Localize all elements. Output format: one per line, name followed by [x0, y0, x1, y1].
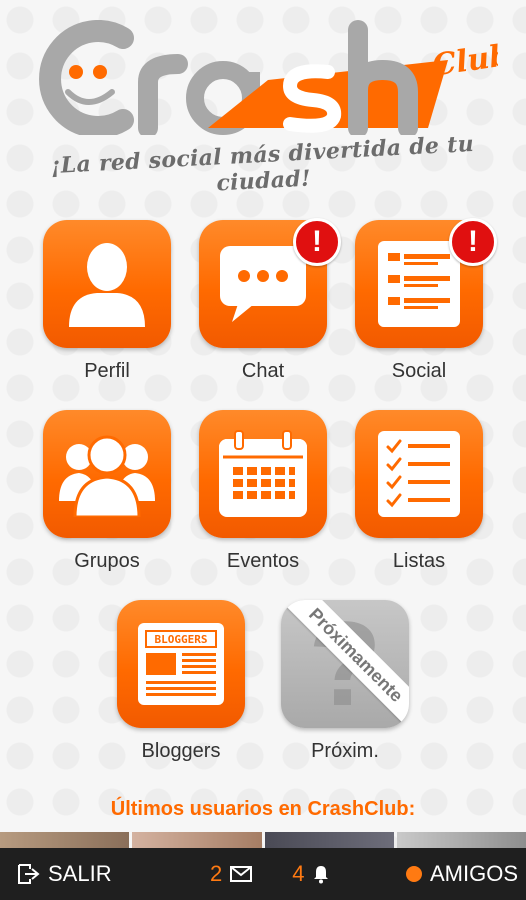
header: Club ¡La red social más divertida de tu …	[0, 0, 526, 200]
bloggers-masthead-text: BLOGGERS	[155, 633, 208, 646]
chat-alert-badge: !	[293, 218, 341, 266]
social-alert-badge: !	[449, 218, 497, 266]
recent-users-strip[interactable]	[0, 832, 526, 848]
recent-users-title: Últimos usuarios en CrashClub:	[110, 798, 416, 820]
tile-label: Social	[391, 360, 447, 382]
tile-label: Bloggers	[141, 740, 221, 762]
chat-bubble-icon	[220, 246, 306, 322]
tile-perfil[interactable]: Perfil	[41, 220, 173, 383]
counters: 2 4	[210, 848, 329, 900]
tile-eventos[interactable]: Eventos	[197, 410, 329, 573]
listas-button[interactable]	[355, 410, 483, 538]
logout-label: SALIR	[48, 861, 112, 886]
user-photo[interactable]	[396, 832, 526, 848]
tile-social[interactable]: ! Social	[353, 218, 497, 383]
bloggers-button[interactable]: BLOGGERS	[117, 600, 245, 728]
newspaper-icon: BLOGGERS	[138, 623, 224, 705]
news-feed-icon	[378, 241, 460, 327]
grupos-button[interactable]	[43, 410, 171, 538]
user-photo[interactable]	[132, 832, 262, 848]
user-photo[interactable]	[0, 832, 130, 848]
social-button[interactable]: !	[355, 218, 497, 348]
eventos-button[interactable]	[199, 410, 327, 538]
tile-bloggers[interactable]: BLOGGERS Bloggers	[115, 600, 247, 763]
tile-listas[interactable]: Listas	[353, 410, 485, 573]
svg-text:Club: Club	[430, 38, 498, 84]
tile-label: Chat	[241, 360, 285, 382]
tile-chat[interactable]: ! Chat	[197, 218, 341, 383]
tile-label: Próxim.	[311, 740, 379, 762]
checklist-icon	[378, 431, 460, 517]
tagline: ¡La red social más divertida de tu ciuda…	[50, 130, 475, 197]
bottom-bar: SALIR 2 4 AMIGOS	[0, 848, 526, 900]
friends-button[interactable]: AMIGOS	[405, 848, 518, 900]
notifications-count[interactable]: 4	[292, 861, 304, 887]
tile-label: Listas	[392, 550, 446, 572]
tile-grupos[interactable]: Grupos	[41, 410, 173, 573]
friends-label: AMIGOS	[429, 861, 518, 886]
messages-count[interactable]: 2	[210, 861, 222, 887]
person-icon	[69, 243, 145, 327]
group-icon	[59, 435, 155, 517]
chat-button[interactable]: !	[199, 218, 341, 348]
crashclub-logo: Club	[39, 20, 498, 135]
tile-label: Eventos	[226, 550, 300, 572]
tile-proximamente[interactable]: ? Próximamente Próxim.	[279, 600, 411, 763]
envelope-icon[interactable]	[230, 866, 253, 882]
perfil-button[interactable]	[43, 220, 171, 348]
calendar-icon	[219, 430, 307, 517]
tile-label: Perfil	[84, 360, 130, 382]
online-dot-icon	[405, 866, 422, 882]
proximamente-button[interactable]: ? Próximamente	[281, 600, 409, 728]
logout-button[interactable]: SALIR	[16, 848, 112, 900]
bell-icon[interactable]	[313, 864, 329, 884]
logout-icon	[18, 864, 40, 884]
tile-label: Grupos	[74, 550, 140, 572]
user-photo[interactable]	[264, 832, 394, 848]
